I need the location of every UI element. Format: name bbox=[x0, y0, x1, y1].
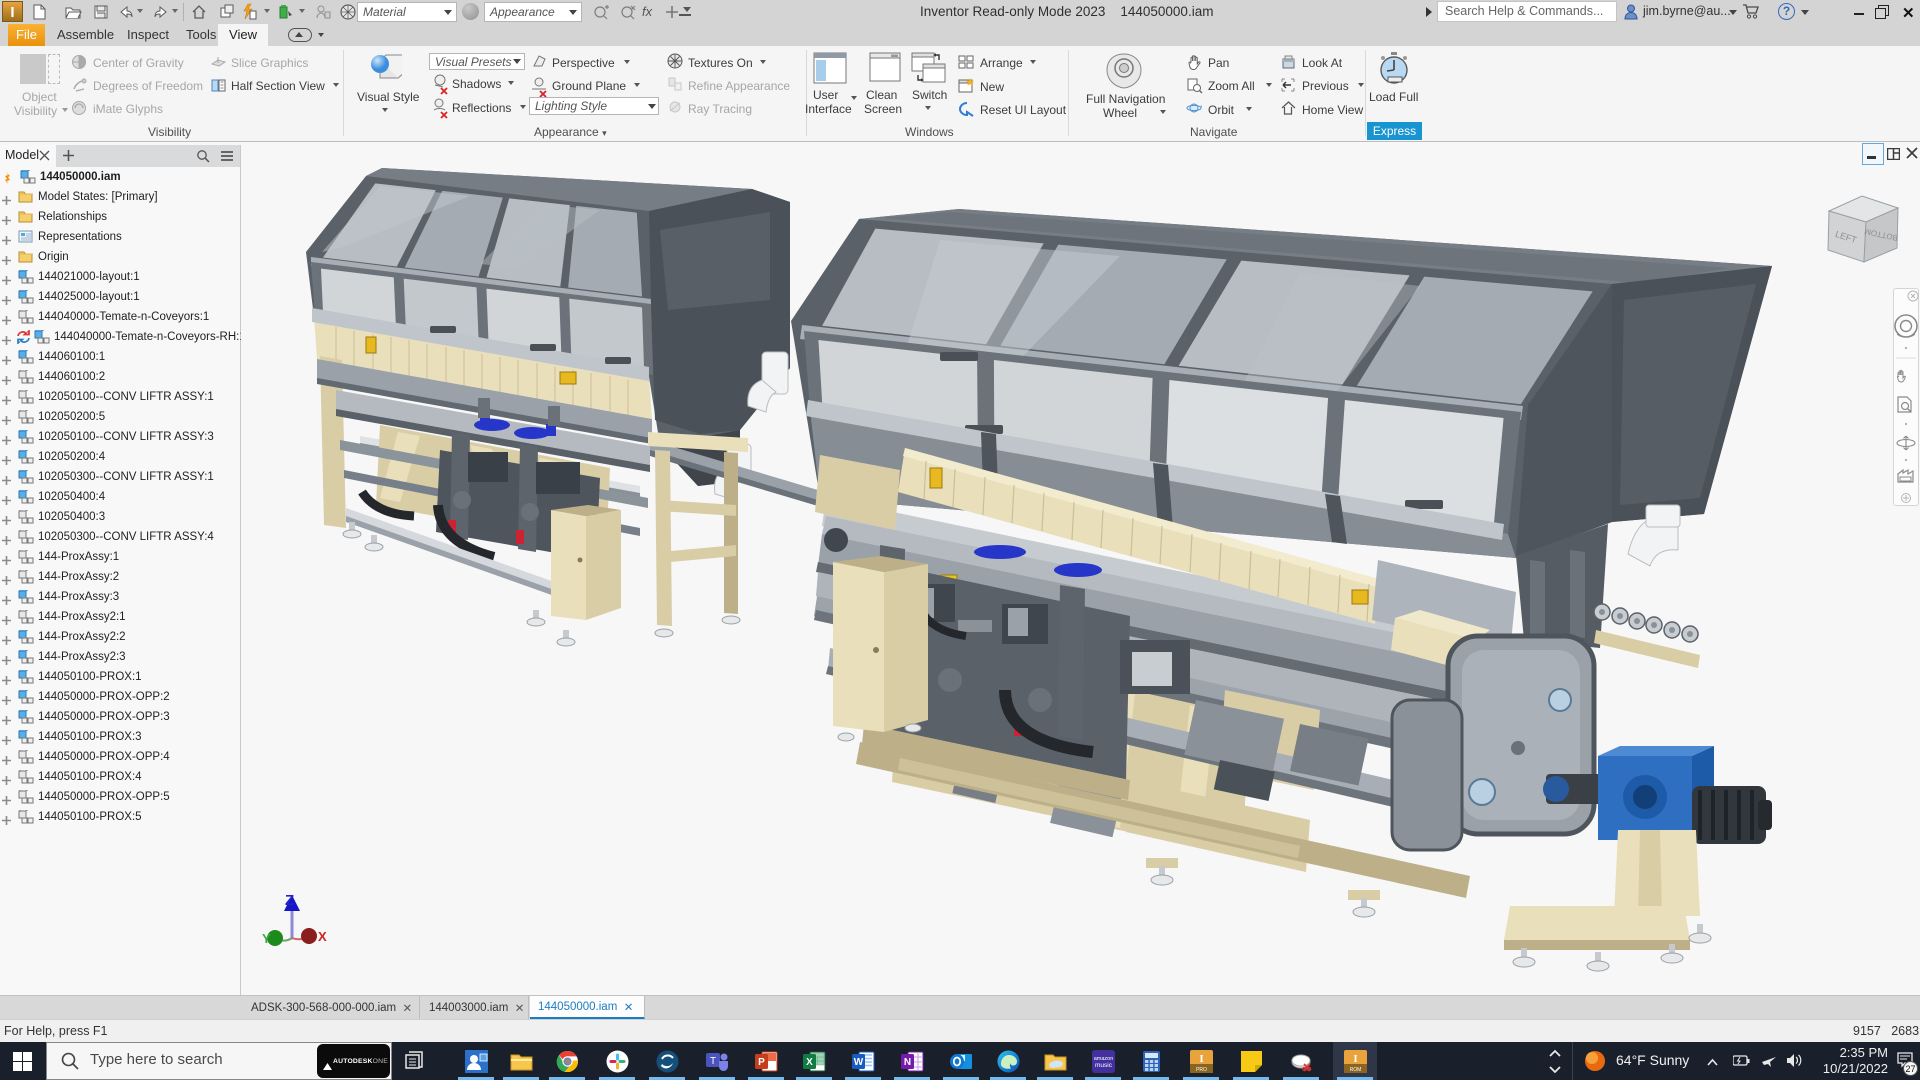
svg-text:Z: Z bbox=[285, 892, 294, 909]
svg-text:X: X bbox=[806, 1057, 813, 1068]
svg-text:Y: Y bbox=[262, 931, 271, 946]
svg-text:music: music bbox=[1095, 1062, 1113, 1069]
svg-text:T: T bbox=[710, 1056, 716, 1067]
svg-text:I: I bbox=[1199, 1053, 1203, 1065]
svg-text:ROM: ROM bbox=[1350, 1067, 1362, 1073]
svg-text:X: X bbox=[318, 929, 327, 944]
svg-text:W: W bbox=[854, 1057, 864, 1068]
svg-text:PRO: PRO bbox=[1196, 1067, 1207, 1073]
svg-text:N: N bbox=[904, 1057, 911, 1068]
svg-text:I: I bbox=[1353, 1053, 1357, 1065]
svg-text:P: P bbox=[758, 1057, 765, 1068]
